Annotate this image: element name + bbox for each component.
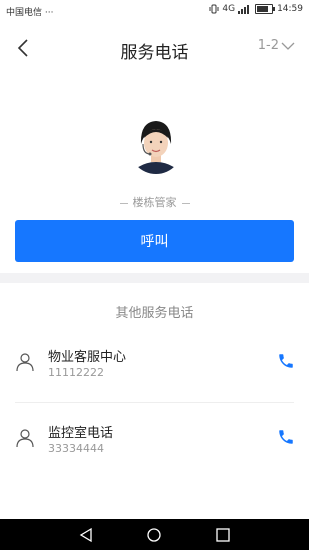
nav-recents-icon[interactable]: [215, 527, 231, 543]
header: 服务电话 1-2: [0, 22, 309, 76]
clock: 14:59: [277, 4, 303, 14]
phone-icon[interactable]: [277, 428, 295, 446]
contact-name: 监控室电话: [48, 426, 114, 441]
person-icon: [16, 429, 34, 448]
page-switcher[interactable]: 1-2: [258, 38, 295, 53]
signal-strength-icon: [238, 5, 250, 14]
signal-icons: 4G: [209, 4, 276, 14]
carrier-label: 中国电信 ···: [6, 8, 54, 18]
role-text: 楼栋管家: [132, 196, 177, 209]
list-item[interactable]: 物业客服中心 11112222: [0, 334, 309, 394]
status-bar: 中国电信 ··· 4G 14:59: [0, 0, 309, 22]
list-item[interactable]: 监控室电话 33334444: [0, 410, 309, 470]
person-icon: [16, 353, 34, 372]
battery-icon: [255, 4, 276, 14]
nav-home-icon[interactable]: [146, 527, 162, 543]
section-divider: [0, 273, 309, 283]
phone-icon[interactable]: [277, 352, 295, 370]
contact-number: 33334444: [48, 442, 104, 455]
page-indicator-label: 1-2: [257, 38, 279, 53]
avatar: [128, 114, 184, 174]
system-nav-bar: [0, 519, 309, 550]
call-button[interactable]: 呼叫: [15, 220, 294, 262]
other-services-title: 其他服务电话: [115, 306, 194, 321]
nav-back-icon[interactable]: [78, 527, 94, 543]
contact-number: 11112222: [48, 366, 104, 379]
contact-name: 物业客服中心: [48, 350, 127, 365]
network-type-label: 4G: [222, 4, 236, 14]
vibrate-icon: [209, 4, 219, 14]
status-indicators: 4G 14:59: [209, 4, 303, 14]
row-divider: [15, 402, 294, 403]
chevron-down-icon: [281, 42, 295, 50]
role-label: 楼栋管家: [0, 194, 309, 210]
